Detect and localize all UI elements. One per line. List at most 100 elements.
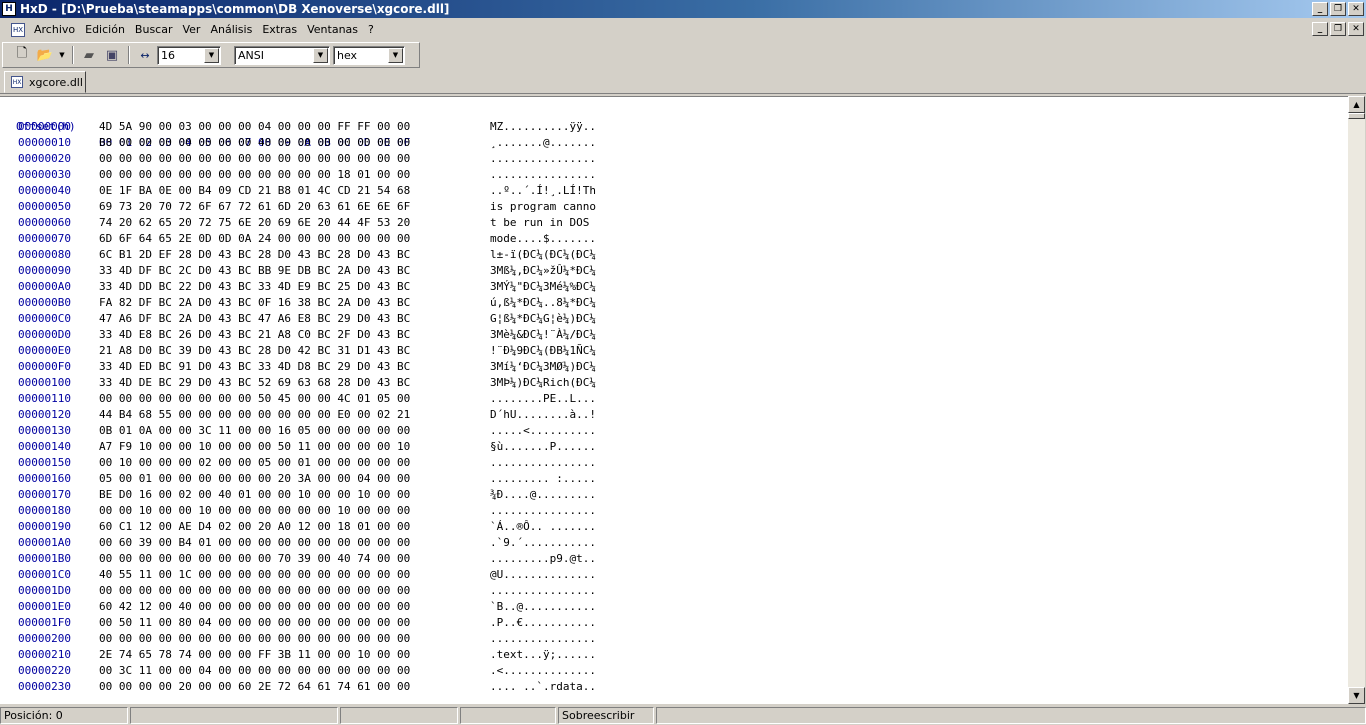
- row-ascii[interactable]: ................: [490, 455, 596, 471]
- offset-base-select[interactable]: hex ▼: [333, 45, 405, 65]
- row-hex-bytes[interactable]: 33 4D DF BC 2C D0 43 BC BB 9E DB BC 2A D…: [99, 263, 410, 279]
- row-ascii[interactable]: ..º..´.Í!¸.LÍ!Th: [490, 183, 596, 199]
- row-ascii[interactable]: 3MÞ¼)ÐC¼Rich(ÐC¼: [490, 375, 596, 391]
- hxd-app-icon[interactable]: H: [2, 2, 16, 16]
- row-hex-bytes[interactable]: 33 4D ED BC 91 D0 43 BC 33 4D D8 BC 29 D…: [99, 359, 410, 375]
- chevron-down-icon[interactable]: ▼: [204, 47, 219, 63]
- menu-help[interactable]: ?: [363, 20, 379, 40]
- row-hex-bytes[interactable]: 00 00 00 00 00 00 00 00 00 00 00 00 18 0…: [99, 167, 410, 183]
- row-ascii[interactable]: ................: [490, 151, 596, 167]
- row-hex-bytes[interactable]: B8 00 00 00 00 00 00 00 40 00 00 00 00 0…: [99, 135, 410, 151]
- open-dropdown-icon[interactable]: ▼: [57, 44, 67, 66]
- minimize-button[interactable]: _: [1312, 2, 1328, 16]
- row-hex-bytes[interactable]: 74 20 62 65 20 72 75 6E 20 69 6E 20 44 4…: [99, 215, 410, 231]
- row-ascii[interactable]: @U..............: [490, 567, 596, 583]
- row-hex-bytes[interactable]: 33 4D DE BC 29 D0 43 BC 52 69 63 68 28 D…: [99, 375, 410, 391]
- row-ascii[interactable]: ¾Ð....@.........: [490, 487, 596, 503]
- mdi-minimize-button[interactable]: _: [1312, 22, 1328, 36]
- row-hex-bytes[interactable]: 4D 5A 90 00 03 00 00 00 04 00 00 00 FF F…: [99, 119, 410, 135]
- row-hex-bytes[interactable]: 05 00 01 00 00 00 00 00 00 20 3A 00 00 0…: [99, 471, 410, 487]
- row-hex-bytes[interactable]: 21 A8 D0 BC 39 D0 43 BC 28 D0 42 BC 31 D…: [99, 343, 410, 359]
- row-hex-bytes[interactable]: A7 F9 10 00 00 10 00 00 00 50 11 00 00 0…: [99, 439, 410, 455]
- row-ascii[interactable]: ................: [490, 631, 596, 647]
- row-ascii[interactable]: 3Mß¼,ÐC¼»žÛ¼*ÐC¼: [490, 263, 596, 279]
- row-ascii[interactable]: 3Mè¼&ÐC¼!¨À¼/ÐC¼: [490, 327, 596, 343]
- row-hex-bytes[interactable]: 33 4D DD BC 22 D0 43 BC 33 4D E9 BC 25 D…: [99, 279, 410, 295]
- row-hex-bytes[interactable]: 60 42 12 00 40 00 00 00 00 00 00 00 00 0…: [99, 599, 410, 615]
- row-ascii[interactable]: §ù.......P......: [490, 439, 596, 455]
- row-ascii[interactable]: ú‚ß¼*ÐC¼..8¼*ÐC¼: [490, 295, 596, 311]
- open-disk-icon[interactable]: ▰: [78, 44, 100, 66]
- document-icon[interactable]: HX: [11, 23, 25, 37]
- row-ascii[interactable]: ......... :.....: [490, 471, 596, 487]
- row-ascii[interactable]: ................: [490, 503, 596, 519]
- row-ascii[interactable]: 3MÝ¼"ÐC¼3Mé¼%ÐC¼: [490, 279, 596, 295]
- row-hex-bytes[interactable]: 00 00 00 00 00 00 00 00 00 00 00 00 00 0…: [99, 151, 410, 167]
- row-ascii[interactable]: MZ..........ÿÿ..: [490, 119, 596, 135]
- row-ascii[interactable]: ................: [490, 167, 596, 183]
- row-ascii[interactable]: .`9.´...........: [490, 535, 596, 551]
- mdi-close-button[interactable]: ✕: [1348, 22, 1364, 36]
- row-ascii[interactable]: .... ..`.rdata..: [490, 679, 596, 695]
- open-ram-icon[interactable]: ▣: [101, 44, 123, 66]
- row-ascii[interactable]: .text...ÿ;......: [490, 647, 596, 663]
- row-ascii[interactable]: ........PE..L...: [490, 391, 596, 407]
- row-hex-bytes[interactable]: 00 50 11 00 80 04 00 00 00 00 00 00 00 0…: [99, 615, 410, 631]
- row-hex-bytes[interactable]: 0E 1F BA 0E 00 B4 09 CD 21 B8 01 4C CD 2…: [99, 183, 410, 199]
- charset-select[interactable]: ANSI ▼: [234, 45, 330, 65]
- row-hex-bytes[interactable]: 2E 74 65 78 74 00 00 00 FF 3B 11 00 00 1…: [99, 647, 410, 663]
- row-hex-bytes[interactable]: 00 10 00 00 00 02 00 00 05 00 01 00 00 0…: [99, 455, 410, 471]
- row-hex-bytes[interactable]: 00 00 00 00 00 00 00 00 00 00 00 00 00 0…: [99, 631, 410, 647]
- row-hex-bytes[interactable]: 00 00 10 00 00 10 00 00 00 00 00 00 10 0…: [99, 503, 410, 519]
- chevron-down-icon[interactable]: ▼: [313, 47, 328, 63]
- row-hex-bytes[interactable]: 00 00 00 00 00 00 00 00 00 00 00 00 00 0…: [99, 583, 410, 599]
- row-hex-bytes[interactable]: 00 00 00 00 00 00 00 00 00 70 39 00 40 7…: [99, 551, 410, 567]
- row-ascii[interactable]: ¸.......@.......: [490, 135, 596, 151]
- row-ascii[interactable]: `Á..®Ô.. .......: [490, 519, 596, 535]
- hex-editor[interactable]: Offset(h) 00 01 02 03 04 05 06 07 08 09 …: [0, 96, 1348, 704]
- menu-analisis[interactable]: Análisis: [205, 20, 257, 40]
- row-hex-bytes[interactable]: 40 55 11 00 1C 00 00 00 00 00 00 00 00 0…: [99, 567, 410, 583]
- menu-buscar[interactable]: Buscar: [130, 20, 178, 40]
- menu-ver[interactable]: Ver: [177, 20, 205, 40]
- row-hex-bytes[interactable]: 60 C1 12 00 AE D4 02 00 20 A0 12 00 18 0…: [99, 519, 410, 535]
- row-ascii[interactable]: .<..............: [490, 663, 596, 679]
- row-hex-bytes[interactable]: 0B 01 0A 00 00 3C 11 00 00 16 05 00 00 0…: [99, 423, 410, 439]
- row-ascii[interactable]: 3Mí¼‘ÐC¼3MØ¼)ÐC¼: [490, 359, 596, 375]
- row-ascii[interactable]: is program canno: [490, 199, 596, 215]
- scroll-thumb[interactable]: [1348, 113, 1365, 119]
- row-ascii[interactable]: t be run in DOS: [490, 215, 596, 231]
- menu-extras[interactable]: Extras: [257, 20, 302, 40]
- row-ascii[interactable]: G¦ß¼*ÐC¼G¦è¼)ÐC¼: [490, 311, 596, 327]
- menu-ventanas[interactable]: Ventanas: [302, 20, 363, 40]
- row-hex-bytes[interactable]: 00 00 00 00 20 00 00 60 2E 72 64 61 74 6…: [99, 679, 410, 695]
- row-hex-bytes[interactable]: 6C B1 2D EF 28 D0 43 BC 28 D0 43 BC 28 D…: [99, 247, 410, 263]
- tab-xgcore[interactable]: HX xgcore.dll: [4, 71, 86, 93]
- chevron-down-icon[interactable]: ▼: [388, 47, 403, 63]
- scroll-down-icon[interactable]: ▼: [1348, 687, 1365, 704]
- row-ascii[interactable]: ................: [490, 583, 596, 599]
- row-ascii[interactable]: mode....$.......: [490, 231, 596, 247]
- row-hex-bytes[interactable]: 00 3C 11 00 00 04 00 00 00 00 00 00 00 0…: [99, 663, 410, 679]
- row-ascii[interactable]: D´hU........à..!: [490, 407, 596, 423]
- menu-archivo[interactable]: Archivo: [29, 20, 80, 40]
- close-button[interactable]: ✕: [1348, 2, 1364, 16]
- vertical-scrollbar[interactable]: ▲ ▼: [1348, 96, 1365, 704]
- row-hex-bytes[interactable]: 69 73 20 70 72 6F 67 72 61 6D 20 63 61 6…: [99, 199, 410, 215]
- restore-button[interactable]: ❐: [1330, 2, 1346, 16]
- row-ascii[interactable]: .........p9.@t..: [490, 551, 596, 567]
- row-hex-bytes[interactable]: 44 B4 68 55 00 00 00 00 00 00 00 00 E0 0…: [99, 407, 410, 423]
- row-ascii[interactable]: l±-ï(ÐC¼(ÐC¼(ÐC¼: [490, 247, 596, 263]
- mdi-restore-button[interactable]: ❐: [1330, 22, 1346, 36]
- row-hex-bytes[interactable]: BE D0 16 00 02 00 40 01 00 00 10 00 00 1…: [99, 487, 410, 503]
- new-file-icon[interactable]: 🗋: [11, 44, 33, 66]
- row-hex-bytes[interactable]: FA 82 DF BC 2A D0 43 BC 0F 16 38 BC 2A D…: [99, 295, 410, 311]
- row-hex-bytes[interactable]: 47 A6 DF BC 2A D0 43 BC 47 A6 E8 BC 29 D…: [99, 311, 410, 327]
- row-hex-bytes[interactable]: 00 00 00 00 00 00 00 00 50 45 00 00 4C 0…: [99, 391, 410, 407]
- menu-edicion[interactable]: Edición: [80, 20, 130, 40]
- row-hex-bytes[interactable]: 00 60 39 00 B4 01 00 00 00 00 00 00 00 0…: [99, 535, 410, 551]
- open-folder-icon[interactable]: 📂: [34, 44, 56, 66]
- scroll-up-icon[interactable]: ▲: [1348, 96, 1365, 113]
- bytes-per-row-select[interactable]: 16 ▼: [157, 45, 221, 65]
- row-ascii[interactable]: `B..@...........: [490, 599, 596, 615]
